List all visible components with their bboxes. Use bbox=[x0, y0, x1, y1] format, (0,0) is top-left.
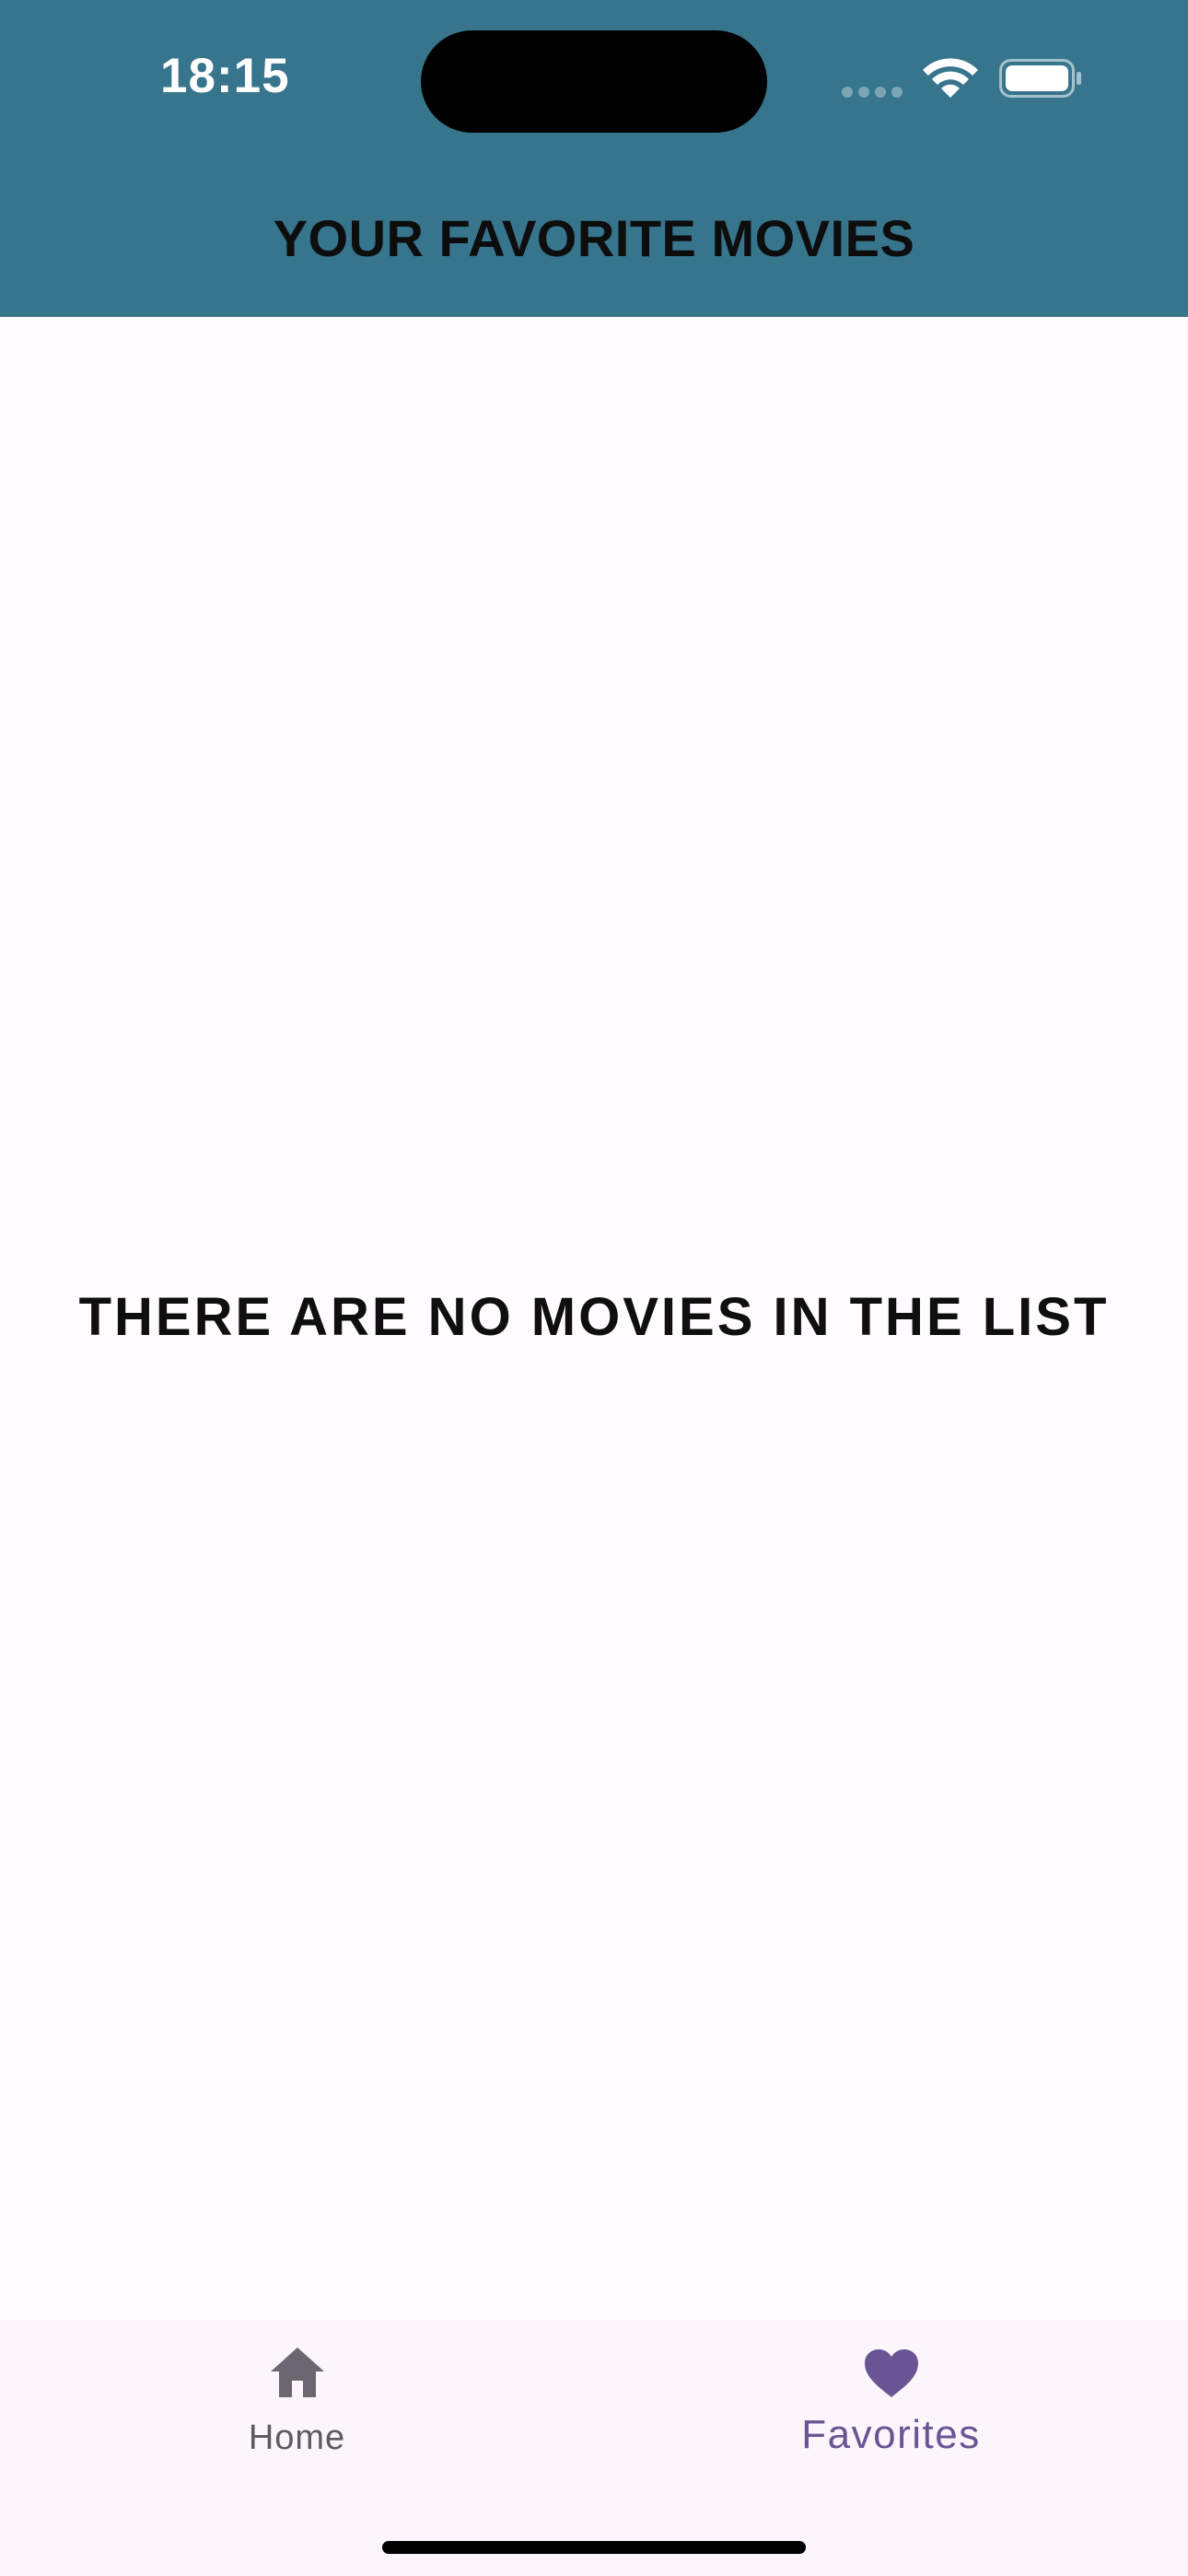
nav-item-home[interactable]: Home bbox=[0, 2320, 594, 2523]
empty-list-message: THERE ARE NO MOVIES IN THE LIST bbox=[78, 1287, 1110, 1347]
heart-icon bbox=[864, 2349, 918, 2397]
dynamic-island bbox=[421, 30, 767, 133]
cellular-signal-icon bbox=[842, 87, 904, 100]
nav-item-label: Favorites bbox=[801, 2412, 981, 2457]
home-icon bbox=[270, 2348, 324, 2397]
page-title: YOUR FAVORITE MOVIES bbox=[273, 209, 915, 267]
nav-item-label: Home bbox=[248, 2418, 346, 2457]
nav-item-favorites[interactable]: Favorites bbox=[594, 2320, 1188, 2523]
app-header: 18:15 YOUR FAVORITE MOVIES bbox=[0, 0, 1188, 317]
home-indicator[interactable] bbox=[382, 2541, 806, 2554]
bottom-navigation-bar: Home Favorites bbox=[0, 2320, 1188, 2576]
wifi-icon bbox=[923, 58, 978, 98]
status-time: 18:15 bbox=[160, 49, 290, 103]
battery-icon bbox=[999, 59, 1081, 98]
